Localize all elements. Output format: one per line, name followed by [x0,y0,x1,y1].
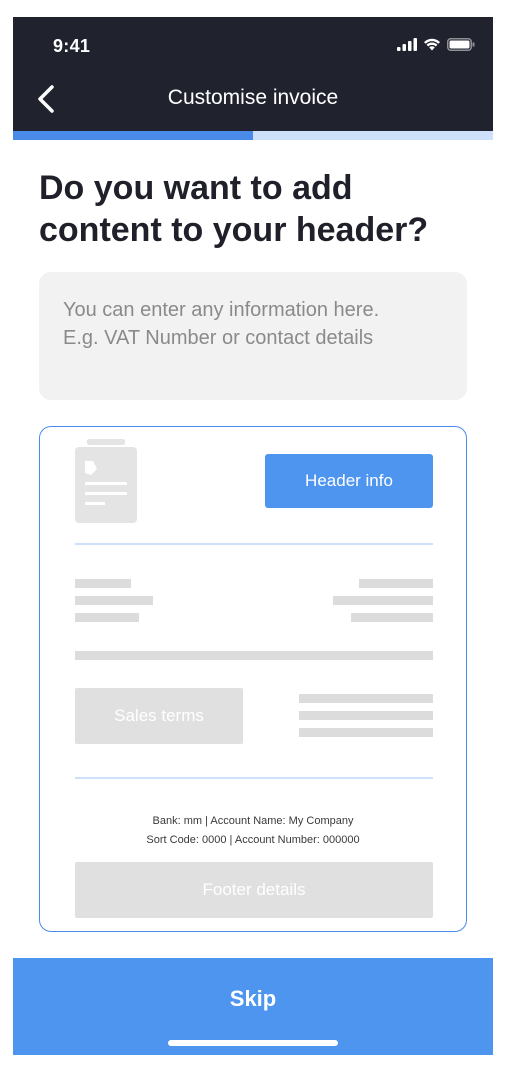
input-placeholder-line-1: You can enter any information here. [63,299,380,321]
phone-screen: 9:41 Customise invoice Do you want to ad… [13,17,493,1055]
question-line-1: Do you want to add [39,169,353,207]
placeholder-bar [351,613,433,622]
cellular-signal-icon [397,37,417,51]
placeholder-bar [75,596,153,605]
sales-terms-block[interactable]: Sales terms [75,688,243,744]
input-placeholder-line-2: E.g. VAT Number or contact details [63,327,374,349]
question-heading: Do you want to add content to your heade… [39,167,479,251]
bank-details-line-2: Sort Code: 0000 | Account Number: 000000 [146,834,360,846]
invoice-logo-placeholder-icon [75,439,137,523]
placeholder-bar [299,728,433,737]
wifi-icon [424,38,440,51]
placeholder-bar [75,651,433,660]
header-content-input[interactable]: You can enter any information here. E.g.… [39,272,467,400]
progress-bar [13,131,493,140]
placeholder-bar [299,711,433,720]
skip-label: Skip [229,986,277,1011]
skip-button[interactable]: Skip [13,958,493,1055]
placeholder-bar [359,579,433,588]
battery-icon [447,37,475,51]
app-header: 9:41 Customise invoice [13,17,493,131]
preview-divider-bottom [75,777,433,779]
placeholder-bar [75,613,139,622]
placeholder-bar [75,579,131,588]
bank-details-line-1: Bank: mm | Account Name: My Company [152,815,354,827]
status-icons [397,37,475,51]
status-time: 9:41 [53,36,91,56]
header-info-button[interactable]: Header info [265,454,433,508]
invoice-preview: Header info Sales terms Bank: mm | Accou… [39,426,467,932]
page-title: Customise invoice [167,86,339,109]
placeholder-bar [299,694,433,703]
preview-divider-top [75,543,433,545]
placeholder-bar [333,596,433,605]
footer-details-block[interactable]: Footer details [75,862,433,918]
progress-fill [13,131,253,140]
question-line-2: content to your header? [39,211,429,249]
home-indicator [168,1040,338,1046]
